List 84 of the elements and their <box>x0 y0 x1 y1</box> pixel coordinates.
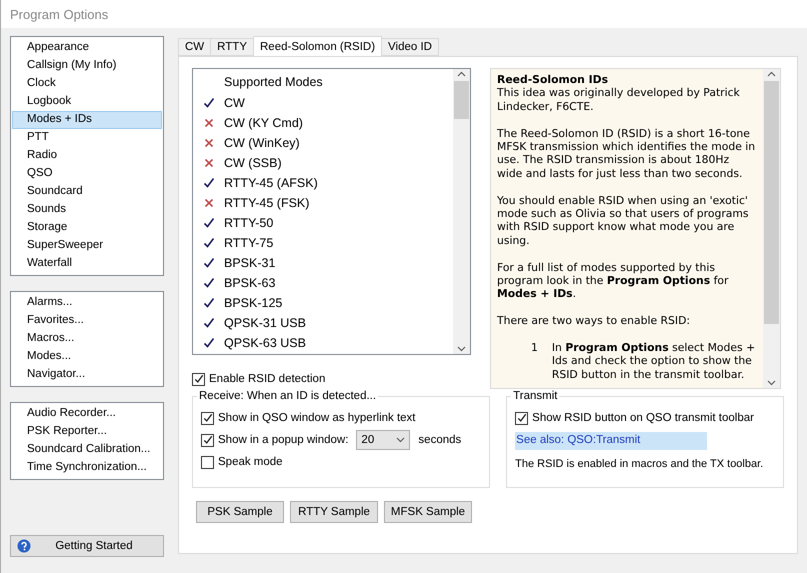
sample-button[interactable]: MFSK Sample <box>384 501 472 523</box>
show-button-checkbox[interactable]: Show RSID button on QSO transmit toolbar <box>515 408 775 428</box>
category-item[interactable]: Alarms... <box>12 294 162 312</box>
getting-started-button[interactable]: Getting Started <box>10 535 164 557</box>
checkbox-label: Show in QSO window as hyperlink text <box>218 412 416 424</box>
help-paragraph: You should enable RSID when using an 'exotic' mode such as Olivia so that users of programs with RSID support know what mode you are using. <box>497 194 750 248</box>
category-item[interactable]: Navigator... <box>12 366 162 384</box>
unit-label: seconds <box>418 434 462 446</box>
mode-name: RTTY-45 (AFSK) <box>224 176 318 190</box>
scrollbar[interactable] <box>763 69 780 388</box>
seconds-dropdown[interactable]: 20 <box>356 430 410 450</box>
category-item[interactable]: Waterfall <box>12 255 162 273</box>
help-paragraph: The Reed-Solomon ID (RSID) is a short 16-tone MFSK transmission which identifies the mode in use. The RSID transmission is about 180Hz wide and lasts for just less than two seconds. <box>497 126 756 180</box>
chevron-up-icon[interactable] <box>457 71 466 77</box>
tab[interactable]: CW <box>178 38 212 56</box>
category-item[interactable]: Modes + IDs <box>12 111 162 129</box>
sample-button[interactable]: RTTY Sample <box>290 501 378 523</box>
column-header: Supported Modes <box>223 74 324 91</box>
hyperlink-checkbox[interactable]: Show in QSO window as hyperlink text <box>201 408 482 428</box>
category-item[interactable]: Modes... <box>12 348 162 366</box>
checkbox-label: Speak mode <box>218 456 283 468</box>
mode-name: CW (SSB) <box>224 156 282 170</box>
chevron-down-icon[interactable] <box>457 346 466 352</box>
category-item[interactable]: Macros... <box>12 330 162 348</box>
category-item[interactable]: Soundcard <box>12 183 162 201</box>
help-paragraph: There are two ways to enable RSID: <box>497 314 692 328</box>
mode-name: RTTY-50 <box>224 216 274 230</box>
category-item[interactable]: Radio <box>12 147 162 165</box>
mode-name: CW (WinKey) <box>224 136 300 150</box>
mode-name: QPSK-63 USB <box>224 336 306 350</box>
enable-detection-checkbox[interactable]: Enable RSID detection <box>192 369 471 389</box>
category-item[interactable]: PTT <box>12 129 162 147</box>
scroll-thumb[interactable] <box>764 81 779 324</box>
mode-name: BPSK-63 <box>224 276 276 290</box>
category-item[interactable]: Audio Recorder... <box>12 405 162 423</box>
category-item[interactable]: QSO <box>12 165 162 183</box>
tab[interactable]: Reed-Solomon (RSID) <box>253 36 382 56</box>
category-item[interactable]: SuperSweeper <box>12 237 162 255</box>
chevron-down-icon[interactable] <box>767 380 776 386</box>
mode-name: RTTY-45 (FSK) <box>224 196 310 210</box>
help-title: Reed-Solomon IDs <box>497 73 610 86</box>
mode-name: CW <box>224 96 245 110</box>
checkbox[interactable] <box>201 412 214 424</box>
category-item[interactable]: Soundcard Calibration... <box>12 441 162 459</box>
checkbox[interactable] <box>201 456 214 468</box>
help-paragraph: For a full list of modes supported by this program look in the Program Options for Modes + IDs. <box>497 260 730 301</box>
chevron-down-icon[interactable] <box>396 437 406 443</box>
mode-name: QPSK-31 USB <box>224 316 306 330</box>
category-item[interactable]: Logbook <box>12 93 162 111</box>
mode-name: BPSK-31 <box>224 256 276 270</box>
note-text: The RSID is enabled in macros and the TX toolbar. <box>515 458 764 470</box>
popup-checkbox[interactable]: Show in a popup window: 20 seconds <box>201 430 482 450</box>
sample-button[interactable]: PSK Sample <box>196 501 284 523</box>
scroll-thumb[interactable] <box>454 81 469 119</box>
category-item[interactable]: Sounds <box>12 201 162 219</box>
scrollbar[interactable] <box>453 69 470 354</box>
category-item[interactable]: Clock <box>12 75 162 93</box>
category-item[interactable]: Time Synchronization... <box>12 459 162 477</box>
mode-name: CW (KY Cmd) <box>224 116 303 130</box>
mode-name: BPSK-125 <box>224 296 282 310</box>
checkbox-label: Show RSID button on QSO transmit toolbar <box>532 412 754 424</box>
group-title: Transmit <box>512 390 558 402</box>
see-also-link[interactable]: See also: QSO:Transmit <box>515 432 708 450</box>
tab[interactable]: Video ID <box>381 38 439 56</box>
checkbox-label: Enable RSID detection <box>209 373 326 385</box>
help-paragraph: In Program Options select Modes + Ids and check the option to show the RSID button in the transmit toolbar. <box>552 341 756 382</box>
tab[interactable]: RTTY <box>210 38 254 56</box>
help-paragraph: This idea was originally developed by Patrick Lindecker, F6CTE. <box>497 86 741 114</box>
category-item[interactable]: Favorites... <box>12 312 162 330</box>
checkbox-label: Show in a popup window: <box>218 434 348 446</box>
mode-name: RTTY-75 <box>224 236 274 250</box>
category-item[interactable]: Appearance <box>12 39 162 57</box>
category-item[interactable]: PSK Reporter... <box>12 423 162 441</box>
group-title: Receive: When an ID is detected... <box>198 390 378 402</box>
category-item[interactable]: Storage <box>12 219 162 237</box>
step-number: 1 <box>531 341 538 356</box>
speak-checkbox[interactable]: Speak mode <box>201 452 482 472</box>
checkbox[interactable] <box>201 434 214 446</box>
checkbox[interactable] <box>192 372 205 386</box>
checkbox[interactable] <box>515 412 528 424</box>
chevron-up-icon[interactable] <box>767 71 776 77</box>
window-title: Program Options <box>1 0 807 28</box>
category-item[interactable]: Callsign (My Info) <box>12 57 162 75</box>
help-icon <box>17 539 31 553</box>
